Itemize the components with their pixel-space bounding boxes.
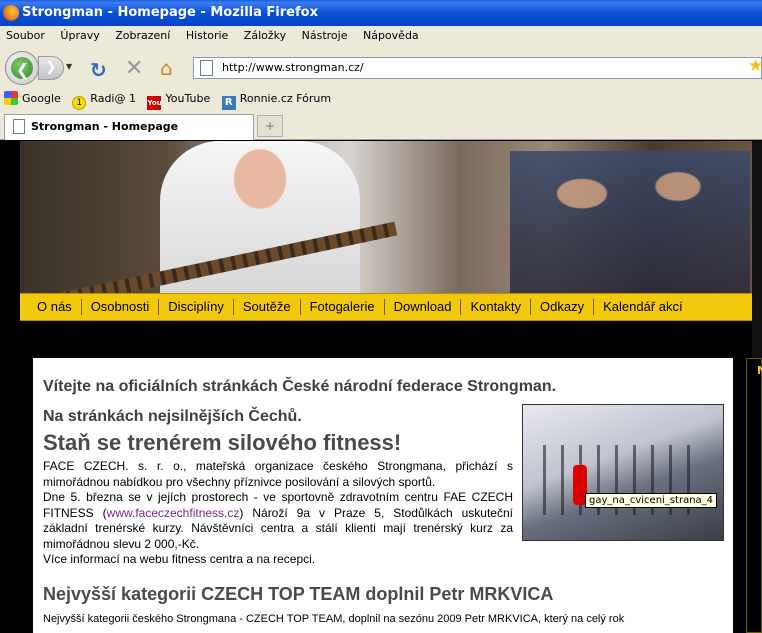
nav-download[interactable]: Download — [385, 299, 462, 315]
youtube-icon: You — [147, 96, 162, 110]
history-dropdown-icon[interactable]: ▼ — [66, 62, 72, 71]
page-icon — [13, 119, 25, 134]
ronnie-icon: R — [221, 96, 236, 110]
nav-kontakty[interactable]: Kontakty — [461, 299, 532, 315]
menu-upravy[interactable]: Úpravy — [54, 26, 105, 46]
menu-zalozky[interactable]: Záložky — [238, 26, 292, 46]
article2-headline[interactable]: Nejvyšší kategorii CZECH TOP TEAM doplni… — [43, 584, 723, 605]
tab-bar: Strongman - Homepage + — [0, 110, 762, 140]
welcome-heading: Vítejte na oficiálních stránkách České n… — [43, 378, 557, 395]
article-body: FACE CZECH. s. r. o., mateřská organizac… — [43, 459, 513, 568]
window-title: Strongman - Homepage - Mozilla Firefox — [22, 5, 318, 20]
menu-napoveda[interactable]: Nápověda — [357, 26, 425, 46]
menu-historie[interactable]: Historie — [180, 26, 234, 46]
site-navigation: O nás Osobnosti Disciplíny Soutěže Fotog… — [20, 293, 752, 321]
menu-zobrazeni[interactable]: Zobrazení — [109, 26, 176, 46]
navigation-toolbar: ❮ ❯ ▼ ↻ ✕ ⌂ http://www.strongman.cz/ ★ — [0, 46, 762, 88]
menu-nastroje[interactable]: Nástroje — [296, 26, 354, 46]
tab-label: Strongman - Homepage — [31, 120, 179, 133]
main-content: Vítejte na oficiálních stránkách České n… — [33, 358, 733, 633]
stop-icon[interactable]: ✕ — [125, 56, 143, 81]
forward-button[interactable]: ❯ — [38, 56, 64, 80]
new-tab-button[interactable]: + — [257, 115, 283, 137]
sidebar-heading: N — [757, 364, 762, 377]
nav-kalendar-akci[interactable]: Kalendář akcí — [594, 299, 692, 315]
bookmark-radio1[interactable]: 1 Radi@ 1 — [72, 88, 136, 110]
header-banner-photo — [20, 141, 752, 293]
bookmark-label: Radi@ 1 — [90, 92, 136, 105]
back-arrow-icon: ❮ — [16, 60, 30, 79]
url-text: http://www.strongman.cz/ — [222, 61, 364, 74]
url-bar[interactable]: http://www.strongman.cz/ — [193, 57, 762, 79]
menu-bar: Soubor Úpravy Zobrazení Historie Záložky… — [0, 26, 762, 46]
bookmark-youtube[interactable]: You YouTube — [147, 88, 210, 110]
right-sidebar — [746, 358, 762, 633]
article2-teaser: Nejvyšší kategorii českého Strongmana - … — [43, 612, 625, 625]
reload-icon[interactable]: ↻ — [90, 58, 107, 82]
tab-strongman-homepage[interactable]: Strongman - Homepage — [4, 114, 254, 140]
page-left-border — [0, 141, 20, 633]
article-fitness: Staň se trenérem silového fitness! FACE … — [43, 404, 724, 568]
back-button[interactable]: ❮ — [5, 51, 39, 85]
google-icon — [4, 91, 18, 105]
menu-soubor[interactable]: Soubor — [0, 26, 51, 46]
fitness-website-link[interactable]: www.faceczechfitness.cz — [107, 506, 240, 520]
image-tooltip: gay_na_cviceni_strana_4 — [585, 493, 718, 508]
nav-fotogalerie[interactable]: Fotogalerie — [301, 299, 385, 315]
firefox-icon — [3, 5, 19, 21]
window-title-bar: Strongman - Homepage - Mozilla Firefox — [0, 0, 762, 26]
crowd-image — [510, 151, 750, 293]
article-image[interactable]: gay_na_cviceni_strana_4 — [522, 404, 724, 541]
nav-odkazy[interactable]: Odkazy — [531, 299, 595, 315]
article-paragraph-1: FACE CZECH. s. r. o., mateřská organizac… — [43, 459, 513, 489]
nav-souteze[interactable]: Soutěže — [234, 299, 301, 315]
nav-o-nas[interactable]: O nás — [28, 299, 82, 315]
bookmark-ronnie[interactable]: R Ronnie.cz Fórum — [221, 88, 332, 110]
radio-icon: 1 — [72, 96, 87, 110]
bookmark-label: Ronnie.cz Fórum — [239, 92, 332, 105]
nav-osobnosti[interactable]: Osobnosti — [82, 299, 160, 315]
bookmark-label: YouTube — [165, 92, 211, 105]
nav-discipliny[interactable]: Disciplíny — [159, 299, 234, 315]
page-icon — [200, 60, 213, 76]
bookmarks-toolbar: Google 1 Radi@ 1 You YouTube R Ronnie.cz Fó… — [0, 88, 762, 110]
article-paragraph-3: Více informací na webu fitness centra a … — [43, 552, 316, 566]
home-icon[interactable]: ⌂ — [160, 56, 173, 80]
bookmark-star-icon[interactable]: ★ — [748, 56, 762, 76]
bookmark-label: Google — [22, 92, 61, 105]
bookmark-google[interactable]: Google — [4, 88, 61, 110]
